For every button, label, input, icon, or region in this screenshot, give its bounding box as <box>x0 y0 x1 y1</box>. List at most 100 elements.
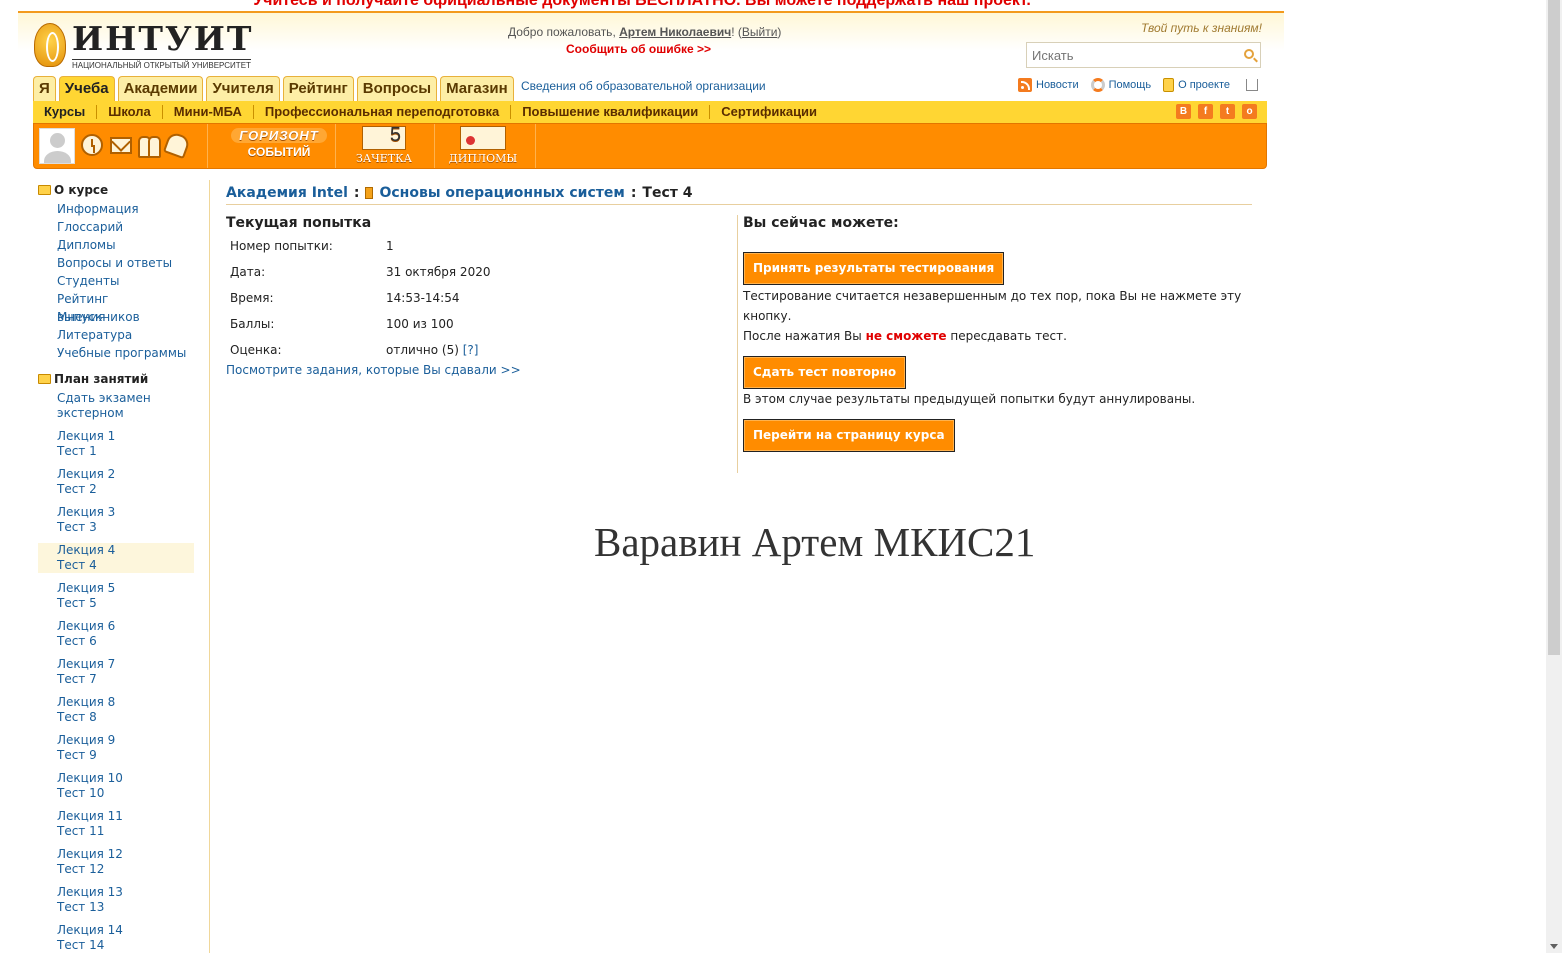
sidebar-item-faq[interactable]: Вопросы и ответы <box>38 254 194 272</box>
test-link[interactable]: Тест 8 <box>57 710 194 725</box>
vertical-scrollbar[interactable] <box>1546 0 1562 953</box>
accept-results-button[interactable]: Принять результаты тестирования <box>743 252 1005 285</box>
sidebar-item-graduates-rating[interactable]: Рейтинг выпускников <box>38 290 194 324</box>
lecture-link[interactable]: Лекция 4 <box>57 543 194 558</box>
test-link[interactable]: Тест 11 <box>57 824 194 839</box>
lecture-link[interactable]: Лекция 3 <box>57 505 194 520</box>
horizon-events-button[interactable]: ГОРИЗОНТ СОБЫТИЙ <box>223 128 335 166</box>
tab-academies[interactable]: Академии <box>117 76 204 101</box>
intuit-logo[interactable]: ИНТУИТ НАЦИОНАЛЬНЫЙ ОТКРЫТЫЙ УНИВЕРСИТЕТ <box>34 19 256 71</box>
bell-icon[interactable] <box>162 130 192 160</box>
attempt-row: Номер попытки: 1 <box>230 239 394 253</box>
diplomas-button[interactable]: ДИПЛОМЫ <box>446 126 520 165</box>
lecture-link[interactable]: Лекция 10 <box>57 771 194 786</box>
twitter-icon[interactable]: t <box>1220 104 1235 119</box>
lecture-link[interactable]: Лекция 9 <box>57 733 194 748</box>
search-input[interactable] <box>1027 43 1227 67</box>
breadcrumb-academy[interactable]: Академия Intel <box>226 185 348 201</box>
scroll-down-icon[interactable] <box>1550 944 1558 949</box>
test-link[interactable]: Тест 12 <box>57 862 194 877</box>
lecture-link[interactable]: Лекция 7 <box>57 657 194 672</box>
subnav-courses[interactable]: Курсы <box>33 105 98 119</box>
icon-toolbar: ГОРИЗОНТ СОБЫТИЙ ЗАЧЕТКА ДИПЛОМЫ <box>33 123 1267 169</box>
attempt-row: Баллы: 100 из 100 <box>230 317 454 331</box>
test-link[interactable]: Тест 10 <box>57 786 194 801</box>
logout-link[interactable]: Выйти <box>742 25 778 39</box>
scrollbar-thumb[interactable] <box>1548 0 1560 655</box>
subnav-mini-mba[interactable]: Мини-МБА <box>163 105 254 119</box>
news-link[interactable]: Новости <box>1018 78 1079 92</box>
utility-links: Новости Помощь О проекте <box>1018 78 1258 92</box>
tab-rating[interactable]: Рейтинг <box>282 76 354 101</box>
org-info-link[interactable]: Сведения об образовательной организации <box>521 79 766 93</box>
retake-note: В этом случае результаты предыдущей попы… <box>743 392 1196 406</box>
attempt-row: Время: 14:53-14:54 <box>230 291 460 305</box>
lesson-item: Лекция 9 Тест 9 <box>38 733 194 763</box>
tab-study[interactable]: Учеба <box>58 76 115 101</box>
sidebar-item-students[interactable]: Студенты <box>38 272 194 290</box>
lesson-item: Лекция 4 Тест 4 <box>38 543 194 573</box>
sitemap-icon <box>1245 79 1258 91</box>
about-link[interactable]: О проекте <box>1163 78 1230 92</box>
test-link[interactable]: Тест 13 <box>57 900 194 915</box>
lecture-link[interactable]: Лекция 1 <box>57 429 194 444</box>
lecture-link[interactable]: Лекция 5 <box>57 581 194 596</box>
logo-wordmark: ИНТУИТ <box>72 19 254 58</box>
test-link[interactable]: Тест 7 <box>57 672 194 687</box>
breadcrumb-course[interactable]: Основы операционных систем <box>379 185 624 201</box>
sidebar-item-glossary[interactable]: Глоссарий <box>38 218 194 236</box>
subnav-certification[interactable]: Сертификации <box>710 105 828 119</box>
search-icon[interactable] <box>1244 49 1254 59</box>
attempt-row: Оценка: отлично (5) [?] <box>230 343 479 357</box>
sidebar-divider <box>209 180 210 953</box>
lecture-link[interactable]: Лекция 12 <box>57 847 194 862</box>
lesson-item: Лекция 2 Тест 2 <box>38 467 194 497</box>
avatar[interactable] <box>39 128 75 164</box>
record-book-button[interactable]: ЗАЧЕТКА <box>354 124 414 165</box>
facebook-icon[interactable]: f <box>1198 104 1213 119</box>
lecture-link[interactable]: Лекция 11 <box>57 809 194 824</box>
diploma-icon <box>460 126 506 150</box>
vk-icon[interactable]: В <box>1176 104 1191 119</box>
retake-test-button[interactable]: Сдать тест повторно <box>743 356 907 389</box>
friends-icon[interactable] <box>138 134 161 158</box>
lecture-link[interactable]: Лекция 13 <box>57 885 194 900</box>
report-error-link[interactable]: Сообщить об ошибке >> <box>566 42 711 56</box>
view-tasks-link[interactable]: Посмотрите задания, которые Вы сдавали >… <box>226 363 726 377</box>
subnav-qualification[interactable]: Повышение квалификации <box>511 105 711 119</box>
test-link[interactable]: Тест 2 <box>57 482 194 497</box>
sitemap-link[interactable] <box>1242 78 1258 92</box>
test-link[interactable]: Тест 5 <box>57 596 194 611</box>
sidebar-item-programs[interactable]: Учебные программы <box>38 344 194 362</box>
test-link[interactable]: Тест 14 <box>57 938 194 953</box>
odnoklassniki-icon[interactable]: o <box>1242 104 1257 119</box>
tab-questions[interactable]: Вопросы <box>356 76 438 101</box>
user-name-link[interactable]: Артем Николаевич <box>619 25 731 39</box>
alarm-clock-icon[interactable] <box>81 134 103 156</box>
tab-shop[interactable]: Магазин <box>440 76 514 101</box>
lessons-list: Лекция 1 Тест 1 Лекция 2 Тест 2 Лекция 3 Тест… <box>38 429 194 953</box>
lecture-link[interactable]: Лекция 14 <box>57 923 194 938</box>
subnav-retraining[interactable]: Профессиональная переподготовка <box>254 105 512 119</box>
sidebar-item-literature[interactable]: Литература <box>38 326 194 344</box>
sidebar-item-diplomas[interactable]: Дипломы <box>38 236 194 254</box>
attempt-row: Дата: 31 октября 2020 <box>230 265 491 279</box>
lecture-link[interactable]: Лекция 2 <box>57 467 194 482</box>
tab-teachers[interactable]: Учителя <box>206 76 280 101</box>
subnav-school[interactable]: Школа <box>97 105 163 119</box>
extern-exam-link[interactable]: Сдать экзамен экстерном <box>38 391 194 421</box>
test-link[interactable]: Тест 9 <box>57 748 194 763</box>
test-link[interactable]: Тест 1 <box>57 444 194 459</box>
lecture-link[interactable]: Лекция 8 <box>57 695 194 710</box>
go-to-course-button[interactable]: Перейти на страницу курса <box>743 419 955 452</box>
tab-me[interactable]: Я <box>33 76 56 101</box>
sidebar-item-info[interactable]: Информация <box>38 200 194 218</box>
grade-help-link[interactable]: [?] <box>463 343 479 357</box>
help-link[interactable]: Помощь <box>1090 78 1151 92</box>
mail-icon[interactable] <box>110 137 132 154</box>
test-link[interactable]: Тест 3 <box>57 520 194 535</box>
test-link[interactable]: Тест 4 <box>57 558 194 573</box>
logo-subtitle: НАЦИОНАЛЬНЫЙ ОТКРЫТЫЙ УНИВЕРСИТЕТ <box>72 59 251 70</box>
test-link[interactable]: Тест 6 <box>57 634 194 649</box>
lecture-link[interactable]: Лекция 6 <box>57 619 194 634</box>
